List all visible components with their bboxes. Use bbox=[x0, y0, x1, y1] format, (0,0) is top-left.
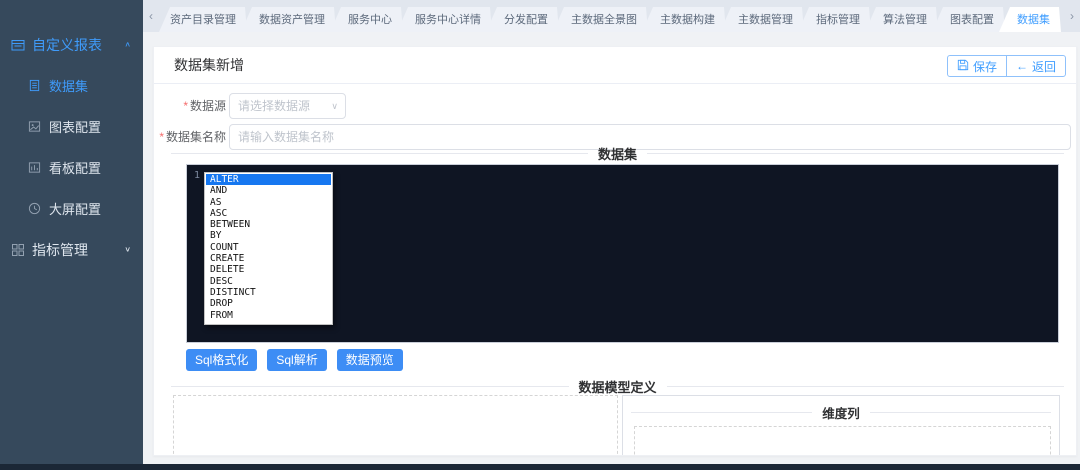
document-icon bbox=[27, 78, 42, 93]
required-mark: * bbox=[183, 99, 188, 113]
header-button-group: 保存 ← 返回 bbox=[946, 55, 1066, 77]
dataset-section-title: 数据集 bbox=[598, 146, 638, 162]
sidebar-item-screen-config[interactable]: 大屏配置 bbox=[0, 188, 143, 229]
autocomplete-item[interactable]: AS bbox=[206, 197, 331, 208]
caret-down-icon: ∨ bbox=[124, 245, 131, 254]
sidebar-item-label: 看板配置 bbox=[49, 161, 102, 176]
sidebar-item-dataset[interactable]: 数据集 bbox=[0, 65, 143, 106]
autocomplete-item[interactable]: CREATE bbox=[206, 253, 331, 264]
datasource-placeholder: 请选择数据源 bbox=[238, 99, 311, 113]
tab-data-asset[interactable]: 数据资产管理 bbox=[241, 7, 336, 32]
tab-indicator-management[interactable]: 指标管理 bbox=[798, 7, 871, 32]
sql-autocomplete-dropdown: ALTER AND AS ASC BETWEEN BY COUNT CREATE… bbox=[204, 172, 333, 325]
sidebar-item-label: 数据集 bbox=[49, 79, 89, 94]
sidebar-item-custom-reports[interactable]: 自定义报表 ∧ bbox=[0, 24, 143, 65]
tab-list: 资产目录管理 数据资产管理 服务中心 服务中心详情 分发配置 主数据全景图 主数… bbox=[159, 0, 1080, 32]
tab-asset-catalog[interactable]: 资产目录管理 bbox=[159, 7, 247, 32]
autocomplete-item[interactable]: AND bbox=[206, 185, 331, 196]
autocomplete-item[interactable]: DROP bbox=[206, 298, 331, 309]
sql-parse-button[interactable]: Sql解析 bbox=[267, 349, 327, 371]
sidebar-item-label: 图表配置 bbox=[49, 120, 102, 135]
autocomplete-item[interactable]: COUNT bbox=[206, 242, 331, 253]
tab-distribution-config[interactable]: 分发配置 bbox=[486, 7, 559, 32]
tabs-scroll-right-icon[interactable]: › bbox=[1064, 0, 1080, 32]
tab-chart-config[interactable]: 图表配置 bbox=[932, 7, 1005, 32]
back-arrow-icon: ← bbox=[1015, 59, 1028, 73]
autocomplete-item[interactable]: BETWEEN bbox=[206, 219, 331, 230]
autocomplete-item[interactable]: DELETE bbox=[206, 264, 331, 275]
sidebar-menu: 自定义报表 ∧ 数据集 图表配置 看板配置 大屏配置 指标管理 ∨ bbox=[0, 0, 143, 270]
page-title: 数据集新增 bbox=[174, 57, 244, 73]
clock-icon bbox=[27, 201, 42, 216]
tab-master-data-panorama[interactable]: 主数据全景图 bbox=[553, 7, 648, 32]
tabs-scroll-left-icon[interactable]: ‹ bbox=[143, 0, 159, 32]
chart-image-icon bbox=[27, 119, 42, 134]
bottom-edge-bar bbox=[0, 464, 1080, 470]
back-button[interactable]: ← 返回 bbox=[1005, 55, 1066, 77]
tab-master-data-build[interactable]: 主数据构建 bbox=[642, 7, 726, 32]
model-section-divider: 数据模型定义 bbox=[171, 377, 1065, 395]
tab-dataset[interactable]: 数据集 bbox=[999, 7, 1061, 32]
tab-master-data-management[interactable]: 主数据管理 bbox=[720, 7, 804, 32]
data-preview-button[interactable]: 数据预览 bbox=[336, 349, 403, 371]
autocomplete-item[interactable]: ALTER bbox=[206, 174, 331, 186]
sql-format-button[interactable]: Sql格式化 bbox=[186, 349, 258, 371]
model-section-title: 数据模型定义 bbox=[578, 379, 657, 395]
card-header: 数据集新增 保存 ← 返回 bbox=[154, 47, 1076, 84]
datasource-label: * 数据源 bbox=[183, 99, 226, 113]
autocomplete-item[interactable]: ASC bbox=[206, 208, 331, 219]
autocomplete-item[interactable]: BY bbox=[206, 230, 331, 241]
autocomplete-item[interactable]: FROM bbox=[206, 310, 331, 321]
report-icon bbox=[10, 37, 25, 52]
bar-chart-icon bbox=[27, 160, 42, 175]
required-mark: * bbox=[159, 130, 164, 144]
dataset-section-divider: 数据集 bbox=[171, 144, 1065, 162]
app-root: 自定义报表 ∧ 数据集 图表配置 看板配置 大屏配置 指标管理 ∨ ‹ 资产目录… bbox=[0, 0, 1080, 470]
sidebar: 自定义报表 ∧ 数据集 图表配置 看板配置 大屏配置 指标管理 ∨ bbox=[0, 0, 143, 470]
datasource-select[interactable]: 请选择数据源 ∨ bbox=[229, 93, 346, 119]
tab-service-center[interactable]: 服务中心 bbox=[330, 7, 403, 32]
save-button[interactable]: 保存 bbox=[946, 55, 1007, 77]
editor-line-number: 1 bbox=[193, 170, 200, 181]
autocomplete-item[interactable]: DISTINCT bbox=[206, 287, 331, 298]
tabbar: ‹ 资产目录管理 数据资产管理 服务中心 服务中心详情 分发配置 主数据全景图 … bbox=[143, 0, 1080, 32]
editor-action-buttons: Sql格式化 Sql解析 数据预览 bbox=[186, 349, 403, 371]
autocomplete-item[interactable]: DESC bbox=[206, 276, 331, 287]
dimension-drop-zone[interactable] bbox=[634, 426, 1051, 455]
sidebar-item-board-config[interactable]: 看板配置 bbox=[0, 147, 143, 188]
caret-up-icon: ∧ bbox=[124, 40, 131, 49]
dimension-panel-title: 维度列 bbox=[822, 406, 860, 421]
tab-algorithm-management[interactable]: 算法管理 bbox=[865, 7, 938, 32]
dimension-panel: 维度列 bbox=[622, 395, 1060, 455]
save-icon bbox=[957, 59, 969, 74]
sidebar-item-indicator-management[interactable]: 指标管理 ∨ bbox=[0, 229, 143, 270]
sidebar-item-chart-config[interactable]: 图表配置 bbox=[0, 106, 143, 147]
chevron-down-icon: ∨ bbox=[331, 101, 338, 111]
dataset-add-card: 数据集新增 保存 ← 返回 * 数据源 请选择数据源 ∨ * 数据集名称 请输入… bbox=[153, 46, 1077, 456]
sidebar-item-label: 自定义报表 bbox=[32, 36, 102, 53]
sidebar-item-label: 大屏配置 bbox=[49, 202, 102, 217]
dimension-divider: 维度列 bbox=[631, 404, 1052, 421]
sql-editor[interactable]: 1 ALTER AND AS ASC BETWEEN BY COUNT CREA… bbox=[186, 164, 1059, 343]
tab-service-center-detail[interactable]: 服务中心详情 bbox=[397, 7, 492, 32]
grid-icon bbox=[10, 242, 25, 257]
sidebar-item-label: 指标管理 bbox=[32, 241, 88, 258]
field-drop-zone[interactable] bbox=[173, 395, 618, 455]
